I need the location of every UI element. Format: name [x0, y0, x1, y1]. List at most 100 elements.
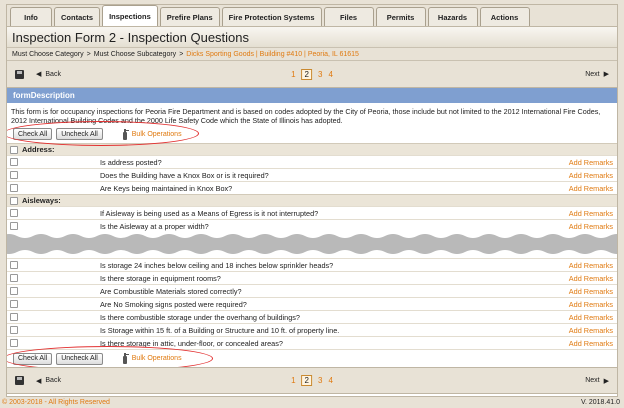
tab-hazards[interactable]: Hazards: [427, 7, 478, 26]
question-text: If Aisleway is being used as a Means of …: [100, 208, 319, 218]
back-button[interactable]: ◀ Back: [15, 376, 61, 385]
section-aisleways: Aisleways: If Aisleway is being used as …: [7, 194, 617, 232]
chevron-right-icon: ▶: [603, 377, 609, 385]
question-text: Is the Aisleway at a proper width?: [100, 221, 209, 231]
chevron-right-icon: ▶: [603, 71, 609, 78]
question-checkbox[interactable]: [10, 222, 18, 230]
check-all-button[interactable]: Check All: [13, 352, 53, 365]
tab-files[interactable]: Files: [323, 7, 374, 26]
question-text: Are Combustible Materials stored correct…: [100, 286, 242, 296]
section-header: Aisleways:: [7, 194, 617, 206]
add-remarks-link[interactable]: Add Remarks: [569, 222, 613, 231]
tab-permits[interactable]: Permits: [375, 7, 426, 26]
page-numbers: 1 2 3 4: [291, 375, 333, 386]
back-button[interactable]: ◀ Back: [15, 69, 61, 79]
question-text: Does the Building have a Knox Box or is …: [100, 170, 269, 180]
section-checkbox[interactable]: [10, 145, 18, 154]
app-frame: Info Contacts Inspections Prefire Plans …: [6, 4, 618, 397]
question-checkbox[interactable]: [10, 171, 18, 179]
add-remarks-link[interactable]: Add Remarks: [569, 326, 613, 335]
section-address: Address: Is address posted? Add Remarks …: [7, 143, 617, 194]
bulk-operations-label: Bulk Operations: [131, 130, 182, 138]
add-remarks-link[interactable]: Add Remarks: [569, 209, 613, 218]
question-text: Is storage 24 inches below ceiling and 1…: [100, 260, 334, 270]
tab-inspections[interactable]: Inspections: [102, 5, 158, 26]
breadcrumb-category[interactable]: Must Choose Category: [12, 51, 84, 58]
question-checkbox[interactable]: [10, 274, 18, 282]
question-checkbox[interactable]: [10, 261, 18, 269]
extinguisher-icon: [122, 128, 129, 140]
version-text: V. 2018.41.0: [580, 399, 620, 406]
tab-fire-protection-systems[interactable]: Fire Protection Systems: [221, 7, 322, 26]
tab-contacts[interactable]: Contacts: [54, 7, 101, 26]
add-remarks-link[interactable]: Add Remarks: [569, 287, 613, 296]
question-checkbox[interactable]: [10, 287, 18, 295]
back-label: Back: [45, 377, 61, 384]
question-text: Is there storage in attic, under-floor, …: [100, 338, 283, 348]
page-link[interactable]: 4: [328, 376, 332, 385]
section-checkbox[interactable]: [10, 196, 18, 205]
question-checkbox[interactable]: [10, 326, 18, 334]
add-remarks-link[interactable]: Add Remarks: [569, 313, 613, 322]
torn-edge-divider: [7, 234, 617, 254]
question-checkbox[interactable]: [10, 209, 18, 217]
next-button[interactable]: Next ▶: [585, 377, 609, 385]
uncheck-all-button[interactable]: Uncheck All: [56, 352, 103, 365]
add-remarks-link[interactable]: Add Remarks: [569, 339, 613, 348]
save-icon[interactable]: [15, 69, 24, 79]
question-checkbox[interactable]: [10, 184, 18, 192]
bulk-operations-link[interactable]: Bulk Operations: [121, 128, 182, 140]
bulk-operations-link[interactable]: Bulk Operations: [121, 353, 182, 364]
form-header: formDescription: [7, 88, 617, 103]
question-row: Is there storage in equipment rooms? Add…: [7, 271, 617, 284]
question-text: Is there combustible storage under the o…: [100, 312, 300, 322]
next-label: Next: [585, 70, 600, 78]
breadcrumb-subcategory[interactable]: Must Choose Subcategory: [94, 51, 177, 58]
page-current[interactable]: 2: [301, 68, 312, 80]
next-label: Next: [585, 377, 600, 384]
add-remarks-link[interactable]: Add Remarks: [569, 274, 613, 283]
uncheck-all-button[interactable]: Uncheck All: [56, 128, 103, 140]
page-link[interactable]: 1: [291, 376, 295, 385]
page-link[interactable]: 3: [318, 70, 322, 79]
question-checkbox[interactable]: [10, 313, 18, 321]
add-remarks-link[interactable]: Add Remarks: [569, 184, 613, 193]
add-remarks-link[interactable]: Add Remarks: [569, 261, 613, 270]
question-text: Is address posted?: [100, 157, 162, 167]
page-link[interactable]: 4: [328, 70, 332, 79]
next-button[interactable]: Next ▶: [585, 70, 609, 79]
add-remarks-link[interactable]: Add Remarks: [569, 171, 613, 180]
page-current[interactable]: 2: [301, 375, 312, 386]
page-numbers: 1 2 3 4: [291, 68, 333, 80]
page-link[interactable]: 1: [291, 70, 295, 79]
question-row: Is Storage within 15 ft. of a Building o…: [7, 323, 617, 336]
question-checkbox[interactable]: [10, 300, 18, 308]
question-checkbox[interactable]: [10, 158, 18, 166]
pager-bottom: ◀ Back 1 2 3 4 Next ▶: [7, 367, 617, 394]
question-row: Is storage 24 inches below ceiling and 1…: [7, 258, 617, 271]
footer: © 2003-2018 - All Rights Reserved V. 201…: [0, 397, 624, 408]
chevron-left-icon: ◀: [36, 71, 42, 78]
question-row: Is the Aisleway at a proper width? Add R…: [7, 219, 617, 232]
question-checkbox[interactable]: [10, 339, 18, 347]
question-text: Are Keys being maintained in Knox Box?: [100, 183, 233, 193]
breadcrumb-separator: >: [86, 50, 91, 58]
bulk-operations-label: Bulk Operations: [131, 355, 182, 362]
question-row: Are Keys being maintained in Knox Box? A…: [7, 181, 617, 194]
tab-prefire-plans[interactable]: Prefire Plans: [159, 7, 220, 26]
save-icon[interactable]: [15, 376, 24, 385]
question-row: Are Combustible Materials stored correct…: [7, 284, 617, 297]
extinguisher-icon: [122, 353, 129, 364]
question-row: Is address posted? Add Remarks: [7, 155, 617, 168]
form-description: This form is for occupancy inspections f…: [11, 107, 601, 125]
section-title: Aisleways:: [22, 196, 61, 205]
copyright-text: © 2003-2018 - All Rights Reserved: [2, 399, 110, 406]
add-remarks-link[interactable]: Add Remarks: [569, 158, 613, 167]
check-all-button[interactable]: Check All: [13, 128, 53, 140]
breadcrumb-location-link[interactable]: Dicks Sporting Goods | Building #410 | P…: [186, 51, 359, 58]
add-remarks-link[interactable]: Add Remarks: [569, 300, 613, 309]
page-link[interactable]: 3: [318, 376, 322, 385]
chevron-left-icon: ◀: [36, 377, 42, 385]
tab-info[interactable]: Info: [10, 7, 52, 26]
tab-actions[interactable]: Actions: [479, 7, 530, 26]
